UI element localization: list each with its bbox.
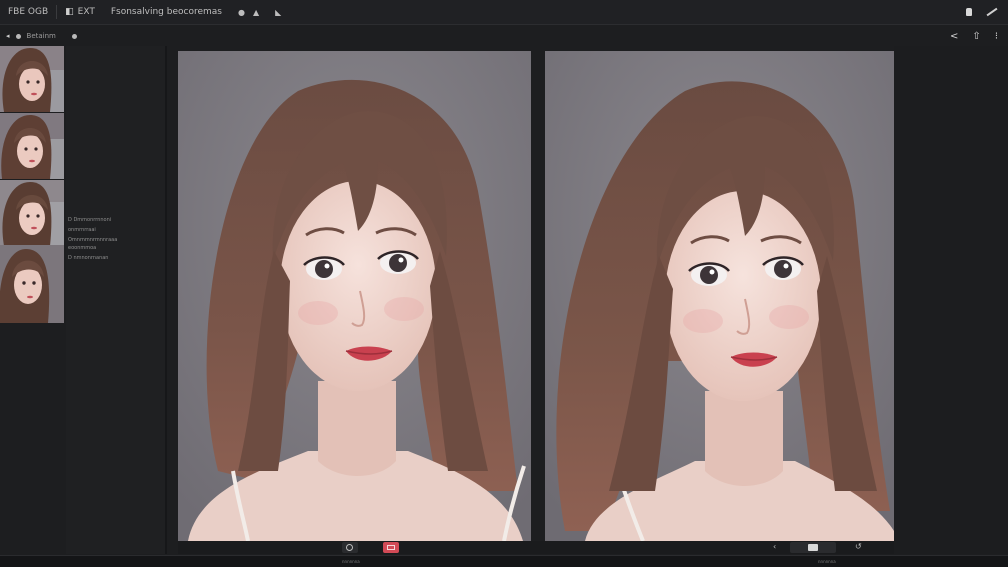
compare-icon (387, 545, 395, 550)
window-actions (966, 0, 1008, 24)
canvas-original[interactable] (178, 51, 531, 541)
camera-icon: ◧ (65, 7, 74, 17)
info-line-1: D Dmmonrrnnoni (68, 217, 112, 223)
undo-button[interactable]: ↺ (854, 542, 866, 553)
back-icon[interactable]: ◂ (6, 32, 10, 40)
options-dot-icon[interactable] (71, 33, 77, 39)
info-line-2: onmrnrraai (68, 227, 96, 233)
thumbnail-strip (0, 46, 66, 336)
status-right: nnnnnna (818, 559, 836, 564)
status-left: nnnnnna (342, 559, 360, 564)
undo-icon: ↺ (855, 542, 862, 551)
canvas-result[interactable] (545, 51, 894, 541)
menu-section[interactable]: Fsonsalving beocoremas (103, 0, 230, 24)
info-line-3: Omnmmnrmnnraaa (68, 237, 118, 243)
status-dot-icon (15, 33, 21, 39)
panel-splitter[interactable] (165, 46, 167, 554)
menu-edit-label: EXT (77, 7, 95, 17)
book-button[interactable] (790, 542, 836, 553)
a-icon: ▲ (252, 7, 260, 17)
status-bar: nnnnnna nnnnnna (0, 555, 1008, 567)
canvas-toolbar: ‹ ↺ (178, 541, 894, 554)
thumbnail-4[interactable] (0, 245, 64, 323)
thumbnail-3[interactable] (0, 180, 64, 246)
eye-button[interactable] (342, 542, 358, 553)
flag-button[interactable]: ● ▲ (230, 0, 267, 24)
book-icon (808, 544, 818, 551)
share-icon[interactable]: < (950, 31, 958, 42)
more-icon[interactable]: ⁝ (995, 31, 998, 42)
right-gutter (894, 46, 1008, 554)
compare-button[interactable] (383, 542, 399, 553)
cursor-icon: ◣ (275, 7, 282, 17)
upload-icon[interactable]: ⇧ (972, 31, 980, 42)
info-line-4: eoonmmoa (68, 245, 97, 251)
info-line-5: D nmnonrnanan (68, 255, 109, 261)
app-name: FBE OGB (8, 7, 49, 17)
flag-icon: ● (237, 7, 245, 17)
menu-edit[interactable]: ◧ EXT (57, 0, 103, 24)
pen-icon[interactable] (986, 7, 998, 17)
pointer-tool[interactable]: ◣ (267, 0, 289, 24)
secondary-toolbar: ◂ Betainm < ⇧ ⁝ (0, 25, 1008, 47)
thumbnail-1[interactable] (0, 46, 64, 112)
menu-brand[interactable]: FBE OGB (0, 0, 56, 24)
chevron-icon: ‹ (773, 542, 777, 551)
eye-icon (346, 544, 353, 551)
chevron-button[interactable]: ‹ (772, 542, 782, 553)
thumbnail-2[interactable] (0, 113, 64, 179)
editor-window: FBE OGB ◧ EXT Fsonsalving beocoremas ● ▲… (0, 0, 1008, 567)
menu-bar: FBE OGB ◧ EXT Fsonsalving beocoremas ● ▲… (0, 0, 1008, 25)
breadcrumb[interactable]: Betainm (27, 32, 56, 40)
menu-section-label: Fsonsalving beocoremas (110, 7, 222, 17)
lock-icon[interactable] (966, 8, 972, 16)
info-panel: D Dmmonrrnnoni onmrnrraai Omnmmnrmnnraaa… (66, 46, 166, 554)
